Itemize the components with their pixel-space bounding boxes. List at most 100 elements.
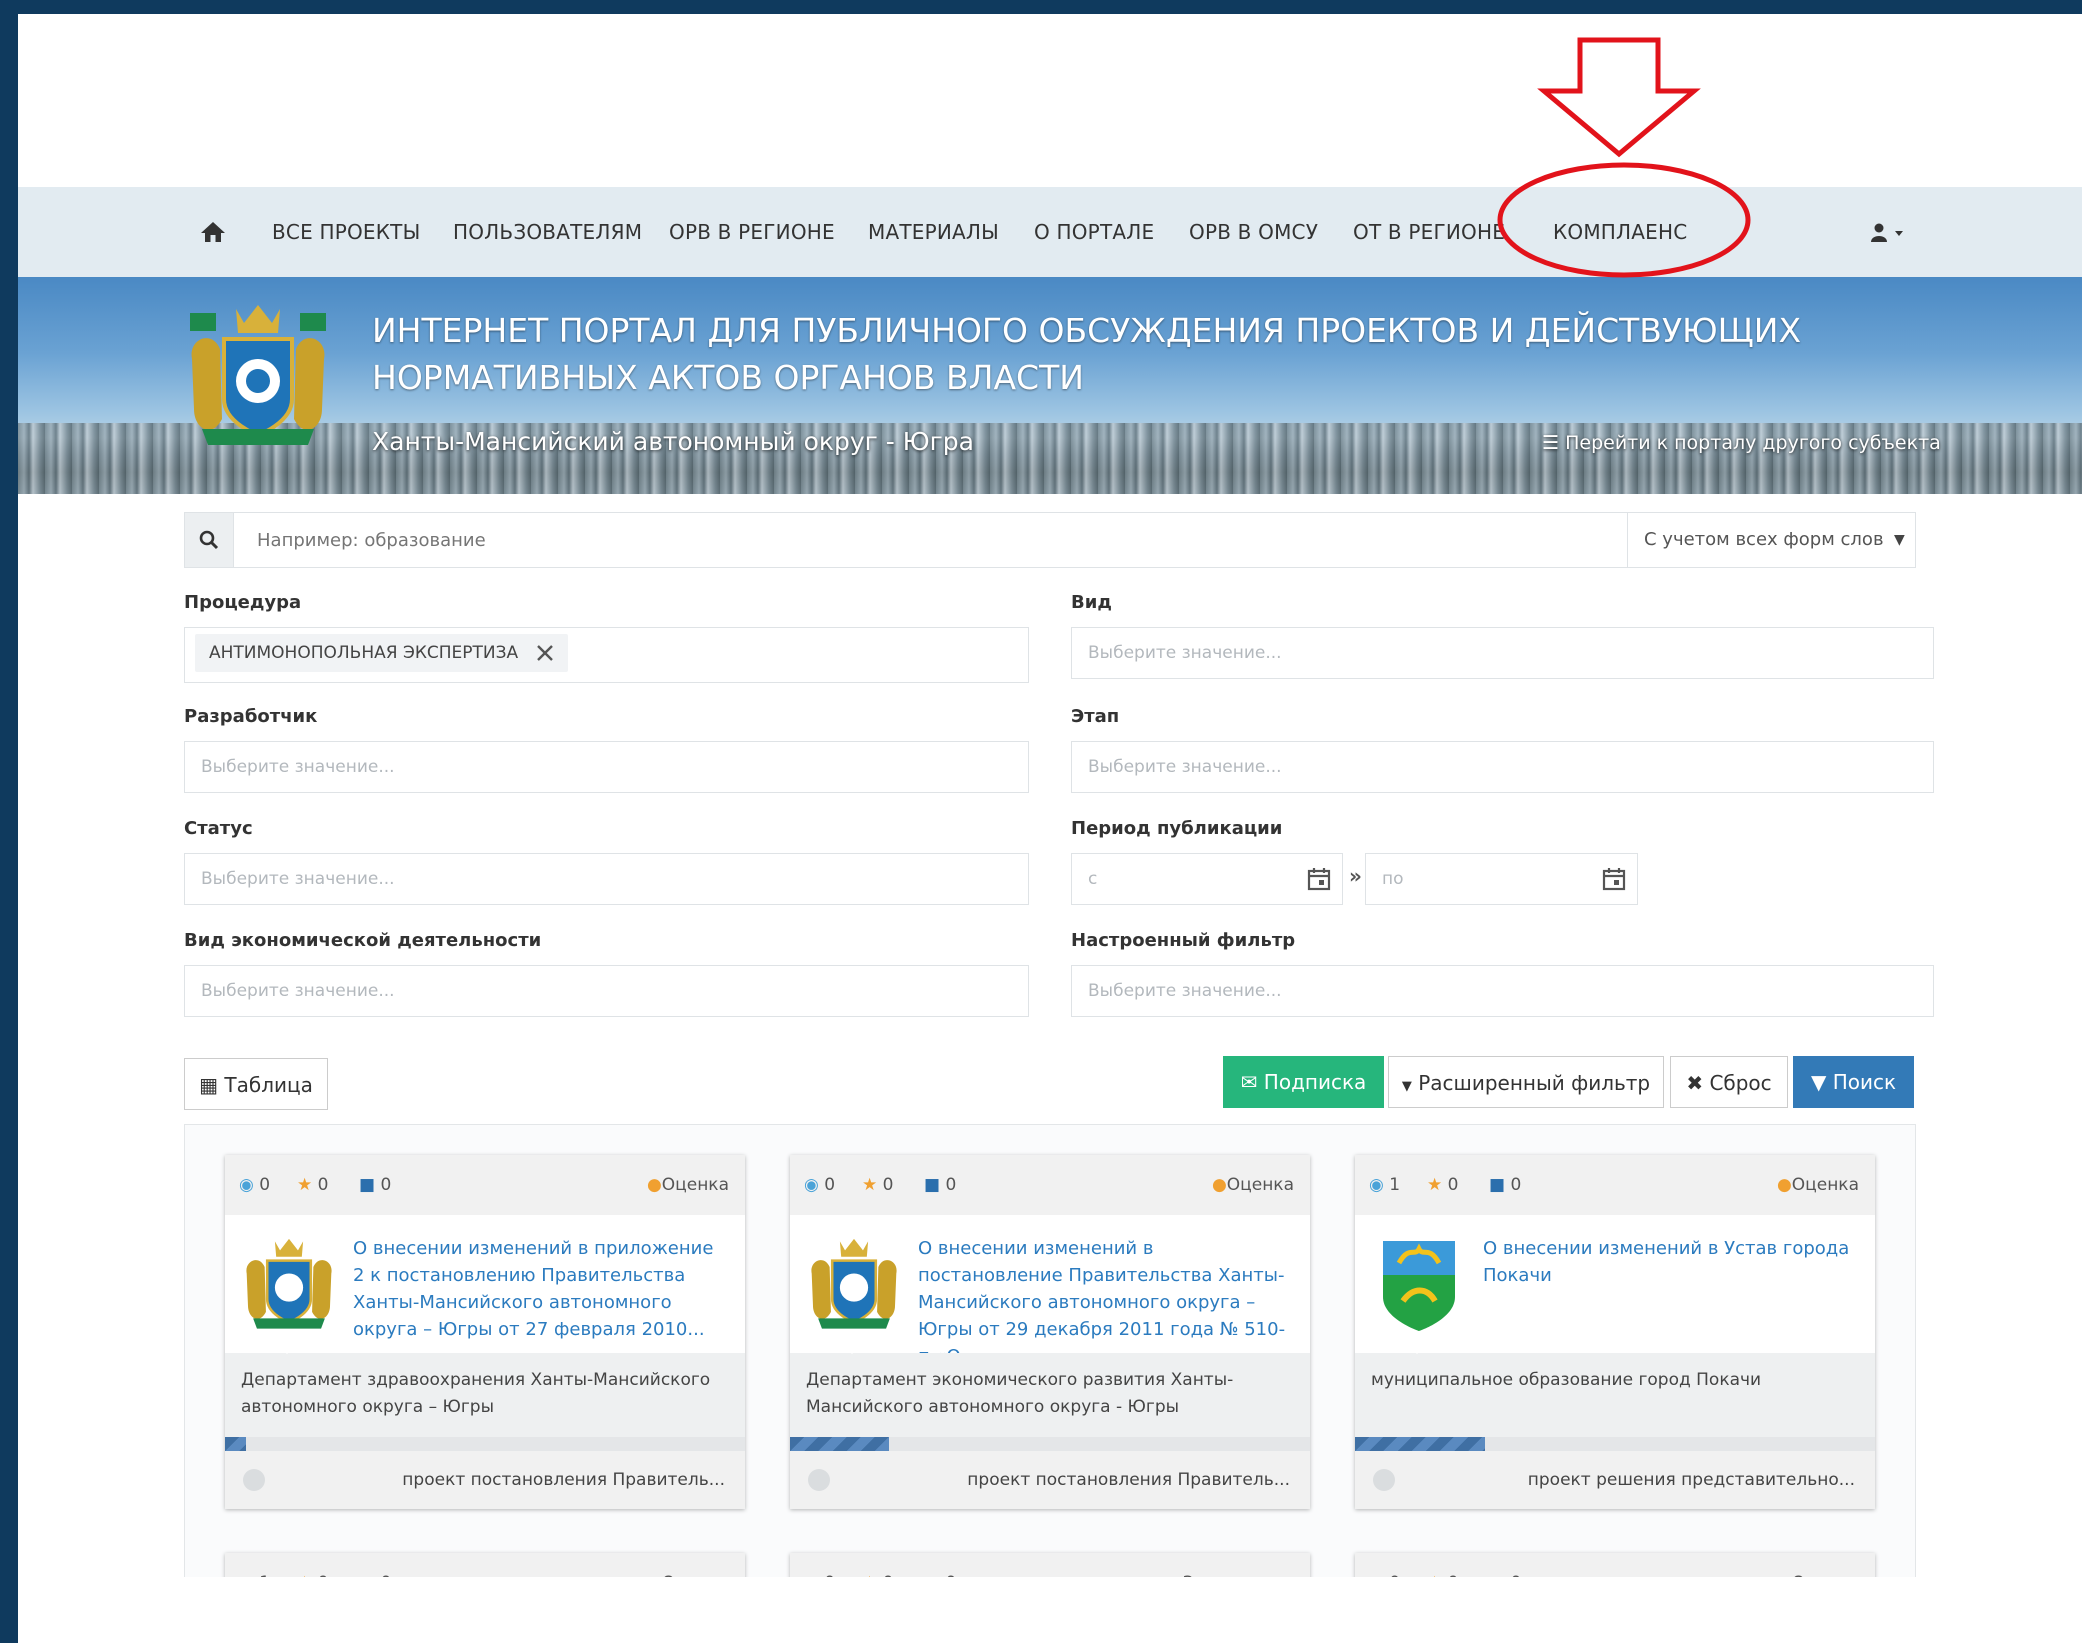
- card-department: Департамент здравоохранения Ханты-Мансий…: [225, 1342, 745, 1437]
- list-icon: ☰: [1542, 432, 1560, 454]
- nav-item-orv-region[interactable]: ОРВ В РЕГИОНЕ: [669, 187, 835, 277]
- stage-progress-bar: [790, 1437, 1310, 1451]
- reset-label: Сброс: [1709, 1071, 1772, 1095]
- nav-item-about[interactable]: О ПОРТАЛЕ: [1034, 187, 1154, 277]
- developer-select[interactable]: Выберите значение...: [184, 741, 1029, 793]
- period-to-input[interactable]: по: [1365, 853, 1638, 905]
- period-from-input[interactable]: с: [1071, 853, 1343, 905]
- stage-label: Оценка: [661, 1175, 729, 1195]
- search-icon: [199, 530, 219, 550]
- card-body: О внесении изменений в приложение 2 к по…: [225, 1215, 745, 1353]
- table-icon: ▦: [199, 1073, 219, 1097]
- screenshot-frame-top: [0, 0, 2082, 14]
- stage-label: Этап: [1071, 706, 1120, 727]
- views-count: 1: [1389, 1175, 1401, 1195]
- stage-label: Оценка: [1791, 1175, 1859, 1195]
- card-department: Департамент экономического развития Хант…: [790, 1342, 1310, 1437]
- stage-badge: ●Оценка: [647, 1155, 729, 1215]
- comments-stat: ■ 0: [924, 1155, 956, 1215]
- reset-button[interactable]: ✖ Сброс: [1670, 1056, 1788, 1108]
- card-body: О внесении изменений в постановление Пра…: [790, 1215, 1310, 1367]
- comment-icon: ■: [1489, 1175, 1506, 1195]
- department-name: Департамент здравоохранения Ханты-Мансий…: [241, 1370, 711, 1417]
- stage-progress-bar: [225, 1437, 745, 1451]
- project-card[interactable]: ◉ 1 ★ 0 ■ 0 ●Оценка О внесении изменений…: [1355, 1155, 1875, 1509]
- filter-icon: ▼: [1810, 1070, 1827, 1094]
- user-menu-icon[interactable]: [1871, 223, 1909, 243]
- saved-filter-select[interactable]: Выберите значение...: [1071, 965, 1934, 1017]
- doc-type-label: проект постановления Правитель...: [402, 1470, 725, 1490]
- envelope-icon: ✉: [1240, 1070, 1258, 1094]
- stars-stat: ★ 0: [862, 1155, 893, 1215]
- stage-badge: ●Оценка: [1212, 1155, 1294, 1215]
- project-title-link[interactable]: О внесении изменений в постановление Пра…: [918, 1235, 1288, 1370]
- stage-select[interactable]: Выберите значение...: [1071, 741, 1934, 793]
- stars-stat: ★ 0: [1427, 1155, 1458, 1215]
- switch-region-link[interactable]: ☰ Перейти к порталу другого субъекта: [1542, 432, 1941, 454]
- calendar-icon[interactable]: [1602, 867, 1626, 891]
- nav-item-orv-omsu[interactable]: ОРВ В ОМСУ: [1189, 187, 1318, 277]
- search-mode-select[interactable]: С учетом всех форм слов ▼: [1627, 513, 1915, 567]
- stage-progress-bar: [1355, 1437, 1875, 1451]
- search-input[interactable]: [255, 513, 1559, 569]
- eye-icon: ◉: [239, 1175, 254, 1195]
- card-stats: ◉ 1 ★ 0 ■ 0 ●Оценка: [1355, 1155, 1875, 1215]
- home-icon[interactable]: [200, 221, 226, 243]
- views-stat: ◉ 0: [804, 1155, 835, 1215]
- calendar-icon[interactable]: [1307, 867, 1331, 891]
- card-pointer: [1405, 1342, 1429, 1354]
- project-title-link[interactable]: О внесении изменений в приложение 2 к по…: [353, 1235, 723, 1343]
- table-view-button[interactable]: ▦ Таблица: [184, 1058, 328, 1110]
- card-stats: ◉ 0 ★ 0 ■ 0 ●Оценка: [225, 1155, 745, 1215]
- project-card[interactable]: ◉ 0 ★ 0 ■ 0 ●Оценка О внесении изменений…: [225, 1155, 745, 1509]
- nav-item-materials[interactable]: МАТЕРИАЛЫ: [868, 187, 999, 277]
- card-department: муниципальное образование город Покачи: [1355, 1342, 1875, 1437]
- project-title-link[interactable]: О внесении изменений в Устав города Пока…: [1483, 1235, 1853, 1289]
- progress-fill: [790, 1437, 889, 1451]
- stars-stat: ★ 0: [297, 1155, 328, 1215]
- procedure-label: Процедура: [184, 592, 302, 613]
- activity-select[interactable]: Выберите значение...: [184, 965, 1029, 1017]
- project-card[interactable]: ◉ 0 ★ 0 ■ 0 ●Оценка О внесении изменений…: [790, 1155, 1310, 1509]
- comments-count: 0: [380, 1175, 392, 1195]
- subscribe-label: Подписка: [1263, 1070, 1367, 1094]
- comments-count: 0: [945, 1175, 957, 1195]
- nav-item-ot-region[interactable]: ОТ В РЕГИОНЕ: [1353, 187, 1505, 277]
- views-count: 0: [259, 1175, 271, 1195]
- progress-fill: [1355, 1437, 1485, 1451]
- nav-item-compliance[interactable]: КОМПЛАЕНС: [1553, 187, 1687, 277]
- coat-of-arms-logo: [811, 1238, 897, 1329]
- nav-item-all-projects[interactable]: ВСЕ ПРОЕКТЫ: [272, 187, 420, 277]
- eye-icon: ◉: [1369, 1175, 1384, 1195]
- caret-down-icon: ▼: [1894, 532, 1905, 548]
- doc-type-icon: [243, 1469, 265, 1491]
- search-mode-value: С учетом всех форм слов: [1644, 529, 1884, 550]
- close-icon[interactable]: [536, 644, 554, 662]
- comments-count: 0: [1510, 1175, 1522, 1195]
- down-arrow-icon: [1537, 37, 1701, 158]
- stage-dot-icon: ●: [1211, 1175, 1227, 1195]
- search-submit-button[interactable]: ▼ Поиск: [1793, 1056, 1914, 1108]
- search-button[interactable]: [185, 513, 234, 567]
- doc-type-icon: [808, 1469, 830, 1491]
- region-name: Ханты-Мансийский автономный округ - Югра: [372, 427, 974, 456]
- card-footer: проект постановления Правитель...: [790, 1451, 1310, 1509]
- table-view-label: Таблица: [224, 1073, 313, 1097]
- saved-filter-label: Настроенный фильтр: [1071, 930, 1296, 951]
- advanced-filter-label: Расширенный фильтр: [1418, 1071, 1651, 1095]
- views-stat: ◉ 0: [239, 1155, 270, 1215]
- advanced-filter-button[interactable]: ▼ Расширенный фильтр: [1388, 1056, 1664, 1108]
- views-count: 0: [824, 1175, 836, 1195]
- period-label: Период публикации: [1071, 818, 1283, 839]
- progress-fill: [225, 1437, 246, 1451]
- period-from-placeholder: с: [1088, 869, 1098, 889]
- subscribe-button[interactable]: ✉ Подписка: [1223, 1056, 1384, 1108]
- procedure-select[interactable]: АНТИМОНОПОЛЬНАЯ ЭКСПЕРТИЗА: [184, 627, 1029, 683]
- type-select[interactable]: Выберите значение...: [1071, 627, 1934, 679]
- stars-count: 0: [882, 1175, 894, 1195]
- stars-count: 0: [317, 1175, 329, 1195]
- search-submit-label: Поиск: [1832, 1070, 1897, 1094]
- status-select[interactable]: Выберите значение...: [184, 853, 1029, 905]
- screenshot-frame-left: [0, 0, 18, 1643]
- nav-item-users[interactable]: ПОЛЬЗОВАТЕЛЯМ: [453, 187, 642, 277]
